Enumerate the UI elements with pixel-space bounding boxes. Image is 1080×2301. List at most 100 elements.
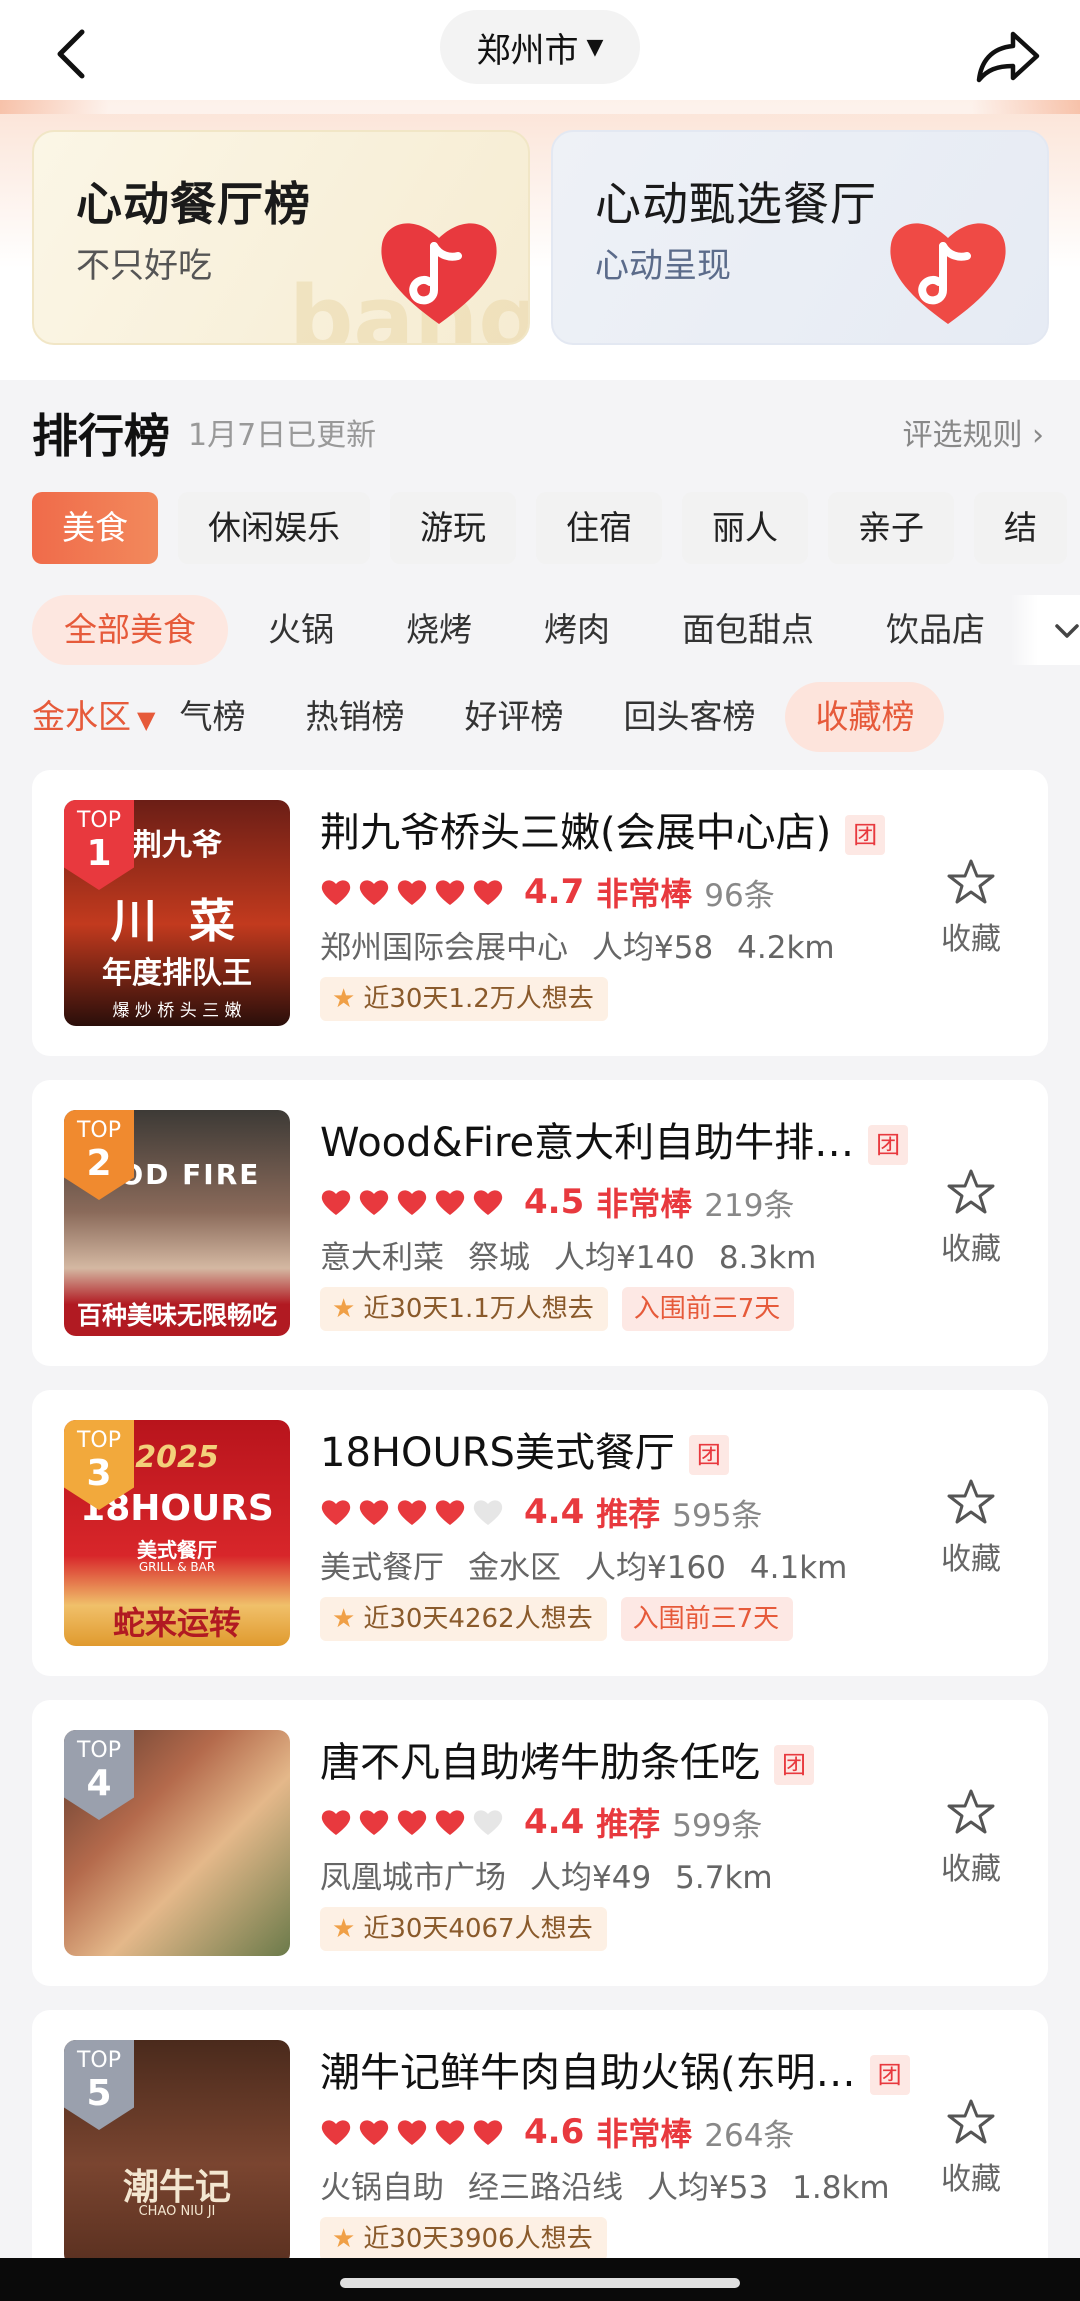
thumb-text: 爆 炒 桥 头 三 嫩 — [112, 1001, 242, 1021]
rating-score: 4.5 — [524, 1182, 585, 1222]
want-to-go-tag: ★ 近30天3906人想去 — [320, 2217, 607, 2261]
list-good-reviews[interactable]: 好评榜 — [434, 682, 593, 752]
rank-number: 5 — [86, 2073, 112, 2114]
heart-filled-icon — [397, 1810, 427, 1835]
city-selector[interactable]: 郑州市 ▼ — [440, 10, 640, 84]
review-count: 599条 — [672, 1807, 763, 1844]
subcat-bakery[interactable]: 面包甜点 — [650, 595, 846, 665]
meta-item: 火锅自助 — [320, 2170, 444, 2206]
category-family[interactable]: 亲子 — [828, 492, 954, 564]
category-tabs: 美食 休闲娱乐 游玩 住宿 丽人 亲子结 — [32, 492, 1080, 564]
meta-item: 美式餐厅 — [320, 1550, 444, 1586]
rating-hearts — [320, 878, 510, 906]
category-play[interactable]: 游玩 — [390, 492, 516, 564]
restaurant-thumbnail[interactable]: 潮牛记 CHAO NIU JI TOP 5 — [64, 2040, 290, 2266]
restaurant-card[interactable]: OOD FIRE 百种美味无限畅吃 TOP 2 Wood&Fire意大利自助牛排… — [32, 1080, 1048, 1366]
home-indicator[interactable] — [340, 2278, 740, 2288]
thumb-text: 潮牛记 — [122, 2167, 231, 2208]
restaurant-name[interactable]: Wood&Fire意大利自助牛排… 团 — [320, 1110, 909, 1168]
category-hotel[interactable]: 住宿 — [536, 492, 662, 564]
caret-down-icon: ▼ — [586, 34, 604, 60]
restaurant-card[interactable]: 2025 18HOURS 美式餐厅 GRILL & BAR 蛇来运转 TOP 3… — [32, 1390, 1048, 1676]
favorite-button[interactable]: 收藏 — [926, 858, 1016, 958]
expand-subcategories-button[interactable] — [1010, 595, 1080, 665]
ranking-title: 排行榜 — [32, 409, 170, 463]
heart-filled-icon — [359, 880, 389, 905]
list-popular[interactable]: 气榜 — [165, 682, 275, 752]
restaurant-thumbnail[interactable]: 荆九爷 川 菜 年度排队王 爆 炒 桥 头 三 嫩 TOP 1 — [64, 800, 290, 1026]
want-to-go-text: 近30天4262人想去 — [363, 1604, 593, 1634]
subcat-all-food[interactable]: 全部美食 — [32, 595, 228, 665]
restaurant-name[interactable]: 唐不凡自助烤牛肋条任吃团 — [320, 1730, 814, 1788]
want-to-go-text: 近30天1.1万人想去 — [363, 1294, 594, 1324]
favorite-label: 收藏 — [941, 1232, 1001, 1267]
heart-filled-icon — [359, 1810, 389, 1835]
list-favorites[interactable]: 收藏榜 — [785, 682, 945, 752]
heart-selected-restaurant-banner[interactable]: 心动甄选餐厅 心动呈现 — [551, 130, 1049, 345]
share-button[interactable] — [970, 18, 1046, 94]
rating-grade: 推荐 — [596, 1805, 661, 1843]
category-beauty[interactable]: 丽人 — [682, 492, 808, 564]
heart-filled-icon — [473, 2120, 503, 2145]
favorite-button[interactable]: 收藏 — [926, 1788, 1016, 1888]
restaurant-name[interactable]: 荆九爷桥头三嫩(会展中心店) 团 — [320, 800, 886, 858]
meta-item: 经三路沿线 — [468, 2170, 623, 2206]
meta-item: 人均¥160 — [585, 1550, 726, 1586]
restaurant-meta: 郑州国际会展中心 人均¥58 4.2km — [320, 922, 859, 967]
subcat-grill[interactable]: 烤肉 — [512, 595, 642, 665]
restaurant-card[interactable]: 潮牛记 CHAO NIU JI TOP 5 潮牛记鲜牛肉自助火锅(东明… 团 4.… — [32, 2010, 1048, 2296]
share-icon — [976, 31, 1040, 83]
meta-item: 1.8km — [792, 2170, 890, 2206]
chevron-down-icon — [1055, 623, 1079, 638]
list-repeat-customers[interactable]: 回头客榜 — [593, 682, 785, 752]
rank-top-label: TOP — [76, 808, 122, 833]
subcat-hotpot[interactable]: 火锅 — [236, 595, 366, 665]
rank-number: 1 — [86, 833, 112, 874]
heart-filled-icon — [397, 1190, 427, 1215]
restaurant-card[interactable]: TOP 4 唐不凡自助烤牛肋条任吃团 4.4 推荐 599条 凤凰城市广场 人均¥… — [32, 1700, 1048, 1986]
rank-top-label: TOP — [76, 1118, 122, 1143]
region-label: 金水区 — [32, 697, 131, 736]
category-food[interactable]: 美食 — [32, 492, 158, 564]
heart-restaurant-list-banner[interactable]: bang! 心动餐厅榜 不只好吃 — [32, 130, 530, 345]
rating-row: 4.4 推荐 599条 — [320, 1800, 762, 1844]
list-hot-sales[interactable]: 热销榜 — [275, 682, 434, 752]
group-buy-badge: 团 — [845, 815, 886, 855]
restaurant-thumbnail[interactable]: 2025 18HOURS 美式餐厅 GRILL & BAR 蛇来运转 TOP 3 — [64, 1420, 290, 1646]
group-buy-badge: 团 — [868, 1125, 909, 1165]
thumb-text: CHAO NIU JI — [138, 2204, 216, 2219]
heart-filled-icon — [321, 1190, 351, 1215]
restaurant-name[interactable]: 18HOURS美式餐厅团 — [320, 1420, 729, 1478]
restaurant-thumbnail[interactable]: OOD FIRE 百种美味无限畅吃 TOP 2 — [64, 1110, 290, 1336]
meta-item: 4.2km — [737, 930, 835, 966]
category-leisure[interactable]: 休闲娱乐 — [178, 492, 370, 564]
star-outline-icon — [947, 1479, 995, 1524]
subcat-drinks[interactable]: 饮品店 — [854, 595, 1017, 665]
region-dropdown[interactable]: 金水区 ▼ — [32, 682, 155, 752]
triangle-down-icon: ▼ — [137, 706, 156, 734]
favorite-button[interactable]: 收藏 — [926, 2098, 1016, 2198]
favorite-button[interactable]: 收藏 — [926, 1478, 1016, 1578]
restaurant-name[interactable]: 潮牛记鲜牛肉自助火锅(东明… 团 — [320, 2040, 910, 2098]
heart-filled-icon — [397, 2120, 427, 2145]
back-button[interactable] — [36, 18, 108, 90]
rating-score: 4.4 — [524, 1802, 585, 1842]
category-wedding[interactable]: 结 — [974, 492, 1067, 564]
rules-link[interactable]: 评选规则 › — [902, 410, 1044, 454]
review-count: 96条 — [704, 877, 775, 914]
restaurant-name-text: 唐不凡自助烤牛肋条任吃 — [320, 1740, 760, 1786]
tag-row: ★ 近30天4067人想去 — [320, 1907, 621, 1951]
meta-item: 祭城 — [468, 1240, 530, 1276]
banner-title: 心动餐厅榜 — [76, 177, 311, 231]
restaurant-thumbnail[interactable]: TOP 4 — [64, 1730, 290, 1956]
group-buy-badge: 团 — [774, 1745, 814, 1785]
heart-filled-icon — [435, 1500, 465, 1525]
want-to-go-text: 近30天4067人想去 — [363, 1914, 593, 1944]
tag-row: ★ 近30天1.2万人想去 — [320, 977, 622, 1021]
favorite-button[interactable]: 收藏 — [926, 1168, 1016, 1268]
restaurant-card[interactable]: 荆九爷 川 菜 年度排队王 爆 炒 桥 头 三 嫩 TOP 1 荆九爷桥头三嫩(… — [32, 770, 1048, 1056]
favorite-label: 收藏 — [941, 1852, 1001, 1887]
rating-row: 4.7 非常棒 96条 — [320, 870, 775, 914]
meta-item: 5.7km — [675, 1860, 773, 1896]
subcat-bbq[interactable]: 烧烤 — [374, 595, 504, 665]
